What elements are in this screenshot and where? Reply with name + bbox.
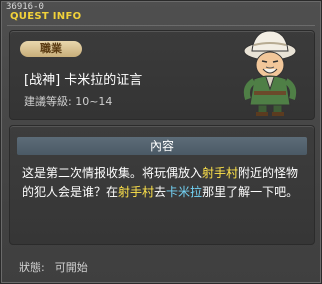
- level-label: 建議等級:: [24, 95, 72, 108]
- title-divider: [7, 25, 315, 26]
- level-value: 10~14: [75, 95, 113, 108]
- job-badge: 職業: [20, 41, 82, 57]
- content-header: 內容: [17, 137, 307, 155]
- quest-status: 狀態: 可開始: [19, 259, 88, 275]
- keyword-npc: 卡米拉: [166, 185, 203, 199]
- desc-text: 那里了解一下吧。: [202, 185, 299, 199]
- quest-name: [战神] 卡米拉的证言: [24, 73, 143, 88]
- status-label: 狀態:: [19, 261, 45, 274]
- keyword-place: 射手村: [118, 185, 155, 199]
- recommended-level: 建議等級: 10~14: [24, 93, 112, 109]
- quest-content-panel: 內容 这是第二次情报收集。将玩偶放入射手村附近的怪物的犯人会是谁？在射手村去卡米…: [9, 125, 315, 245]
- desc-text: 去: [154, 185, 167, 199]
- keyword-place: 射手村: [202, 166, 239, 180]
- status-value: 可開始: [54, 261, 88, 274]
- desc-text: 这是第二次情报收集。将玩偶放入: [22, 166, 203, 180]
- npc-portrait: [243, 30, 297, 116]
- quest-description: 这是第二次情报收集。将玩偶放入射手村附近的怪物的犯人会是谁？在射手村去卡米拉那里…: [22, 164, 306, 202]
- quest-info-window: 36916-0 QUEST INFO 職業 [战神] 卡米拉的证言 建議等級: …: [0, 0, 322, 284]
- quest-summary-panel: 職業 [战神] 卡米拉的证言 建議等級: 10~14: [9, 30, 315, 120]
- window-title: QUEST INFO: [10, 11, 82, 22]
